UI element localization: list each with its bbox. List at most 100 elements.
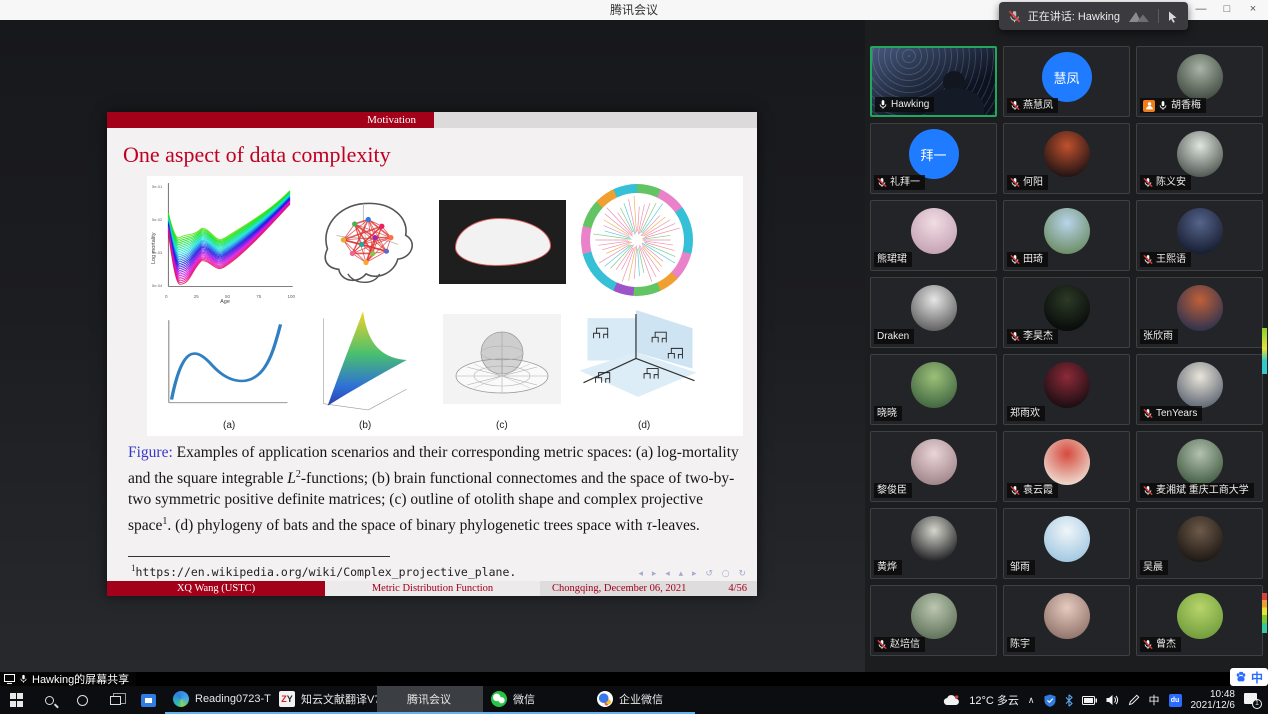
participant-tile[interactable]: 熊珺珺 bbox=[870, 200, 997, 271]
participant-name: 黎俊臣 bbox=[877, 484, 907, 497]
notification-center-button[interactable]: 1 bbox=[1244, 693, 1260, 707]
participant-name: 胡香梅 bbox=[1171, 99, 1201, 112]
participant-tile[interactable]: 赵培信 bbox=[870, 585, 997, 656]
muted-mic-icon bbox=[1143, 485, 1153, 496]
participant-nametag: 熊珺珺 bbox=[874, 252, 912, 267]
speaker-icon[interactable] bbox=[1106, 694, 1119, 706]
cortana-button[interactable] bbox=[66, 686, 99, 714]
ime-indicator[interactable]: 中 bbox=[1149, 692, 1160, 708]
slide-footer: XQ Wang (USTC) Metric Distribution Funct… bbox=[107, 581, 757, 596]
mortality-xlabel: Age bbox=[149, 299, 301, 305]
participant-tile[interactable]: 张欣雨 bbox=[1136, 277, 1263, 348]
maximize-button[interactable]: □ bbox=[1214, 0, 1240, 20]
participant-tile[interactable]: 郑雨欢 bbox=[1003, 354, 1130, 425]
participant-nametag: 王熙语 bbox=[1140, 252, 1191, 267]
avatar bbox=[1044, 208, 1090, 254]
battery-icon[interactable] bbox=[1082, 696, 1097, 705]
participant-tile[interactable]: 何阳 bbox=[1003, 123, 1130, 194]
participants-grid: Hawking慧凤 燕慧凤 胡香梅拜一 礼拜一 何阳 陈义安熊珺珺 田琦 王熙语… bbox=[870, 46, 1263, 656]
footer-author: XQ Wang (USTC) bbox=[107, 581, 325, 596]
participant-tile[interactable]: 慧凤 燕慧凤 bbox=[1003, 46, 1130, 117]
pen-icon[interactable] bbox=[1128, 694, 1140, 706]
taskbar-app-edge[interactable]: Reading0723-Thr... bbox=[165, 686, 271, 714]
muted-mic-icon bbox=[1143, 254, 1153, 265]
participant-tile[interactable]: 黎俊臣 bbox=[870, 431, 997, 502]
participant-name: Draken bbox=[877, 330, 909, 343]
baidu-ime-icon[interactable]: du bbox=[1169, 694, 1182, 707]
beamer-navigation-icons[interactable]: ◂ ▸ ◂ ▴ ▸ ↺ ○ ↻ bbox=[638, 569, 749, 579]
participant-name: 何阳 bbox=[1023, 176, 1043, 189]
participant-tile[interactable]: 李昊杰 bbox=[1003, 277, 1130, 348]
participant-tile[interactable]: 邹雨 bbox=[1003, 508, 1130, 579]
participant-tile[interactable]: 晓晓 bbox=[870, 354, 997, 425]
participant-name: 张欣雨 bbox=[1143, 330, 1173, 343]
defender-shield-icon[interactable] bbox=[1044, 694, 1056, 707]
taskbar-app-meeting[interactable]: 腾讯会议 bbox=[377, 686, 483, 714]
taskbar-clock[interactable]: 10:48 2021/12/6 bbox=[1191, 689, 1236, 711]
participant-name: 熊珺珺 bbox=[877, 253, 907, 266]
participant-name: 陈宇 bbox=[1010, 638, 1030, 651]
bluetooth-icon[interactable] bbox=[1065, 694, 1073, 707]
participant-name: 曾杰 bbox=[1156, 638, 1176, 651]
taskbar-app-label: 腾讯会议 bbox=[407, 691, 451, 707]
participant-name: 燕慧凤 bbox=[1023, 99, 1053, 112]
footnote-rule bbox=[128, 556, 390, 557]
ime-float-bar[interactable]: 中 bbox=[1230, 668, 1268, 686]
participant-tile[interactable]: 袁云霞 bbox=[1003, 431, 1130, 502]
weather-cloud-icon[interactable] bbox=[943, 694, 960, 706]
tray-expand-chevron[interactable]: ∧ bbox=[1028, 695, 1035, 706]
figure-caption: Figure: Examples of application scenario… bbox=[128, 442, 742, 536]
muted-mic-icon bbox=[1010, 177, 1020, 188]
task-view-button[interactable] bbox=[99, 686, 132, 714]
participant-video-body bbox=[926, 88, 984, 117]
avatar bbox=[1044, 439, 1090, 485]
participant-nametag: 曾杰 bbox=[1140, 637, 1181, 652]
pinned-app-button[interactable] bbox=[132, 686, 165, 714]
avatar bbox=[1044, 362, 1090, 408]
participant-nametag: 陈义安 bbox=[1140, 175, 1191, 190]
participant-name: 晓晓 bbox=[877, 407, 897, 420]
participant-tile[interactable]: 胡香梅 bbox=[1136, 46, 1263, 117]
cursor-arrow-icon[interactable] bbox=[1166, 10, 1179, 23]
avatar bbox=[1177, 593, 1223, 639]
weather-text[interactable]: 12°C 多云 bbox=[969, 692, 1019, 708]
participant-tile[interactable]: 王熙语 bbox=[1136, 200, 1263, 271]
participant-tile[interactable]: 陈宇 bbox=[1003, 585, 1130, 656]
close-button[interactable]: × bbox=[1240, 0, 1266, 20]
baidu-paw-icon bbox=[1235, 671, 1247, 683]
participant-tile[interactable]: 田琦 bbox=[1003, 200, 1130, 271]
figure-grid: Log mortality 5e-015e-02 5e-035e-04 025 … bbox=[147, 176, 743, 436]
start-button[interactable] bbox=[0, 686, 33, 714]
participant-tile[interactable]: Draken bbox=[870, 277, 997, 348]
footnote-url: https://en.wikipedia.org/wiki/Complex_pr… bbox=[136, 565, 517, 579]
taskbar-app-zy[interactable]: ZY知云文献翻译V7.4 bbox=[271, 686, 377, 714]
avatar bbox=[1177, 362, 1223, 408]
participant-tile[interactable]: 吴晨 bbox=[1136, 508, 1263, 579]
participant-nametag: 吴晨 bbox=[1140, 560, 1168, 575]
participant-tile[interactable]: 拜一 礼拜一 bbox=[870, 123, 997, 194]
search-button[interactable] bbox=[33, 686, 66, 714]
footer-venue: Chongqing, December 06, 2021 bbox=[552, 581, 686, 596]
participant-tile[interactable]: 曾杰 bbox=[1136, 585, 1263, 656]
avatar bbox=[1177, 208, 1223, 254]
participant-tile[interactable]: Hawking bbox=[870, 46, 997, 117]
footer-page-number: 4/56 bbox=[728, 581, 747, 596]
taskbar-app-wechat[interactable]: 微信 bbox=[483, 686, 589, 714]
participant-nametag: 郑雨欢 bbox=[1007, 406, 1045, 421]
participant-tile[interactable]: TenYears bbox=[1136, 354, 1263, 425]
participant-nametag: 赵培信 bbox=[874, 637, 925, 652]
participant-nametag: 麦湘斌 重庆工商大学 bbox=[1140, 483, 1254, 498]
participant-tile[interactable]: 麦湘斌 重庆工商大学 bbox=[1136, 431, 1263, 502]
participant-name: 礼拜一 bbox=[890, 176, 920, 189]
participant-name: 王熙语 bbox=[1156, 253, 1186, 266]
participant-tile[interactable]: 黄烨 bbox=[870, 508, 997, 579]
screen-share-banner: Hawking的屏幕共享 bbox=[0, 672, 136, 686]
footnote: 1https://en.wikipedia.org/wiki/Complex_p… bbox=[131, 563, 516, 579]
avatar bbox=[911, 208, 957, 254]
participant-nametag: 胡香梅 bbox=[1140, 98, 1206, 113]
minimize-button[interactable]: — bbox=[1188, 0, 1214, 20]
avatar bbox=[1044, 285, 1090, 331]
taskbar-app-wecom[interactable]: 企业微信 bbox=[589, 686, 695, 714]
muted-mic-icon bbox=[1010, 254, 1020, 265]
participant-tile[interactable]: 陈义安 bbox=[1136, 123, 1263, 194]
